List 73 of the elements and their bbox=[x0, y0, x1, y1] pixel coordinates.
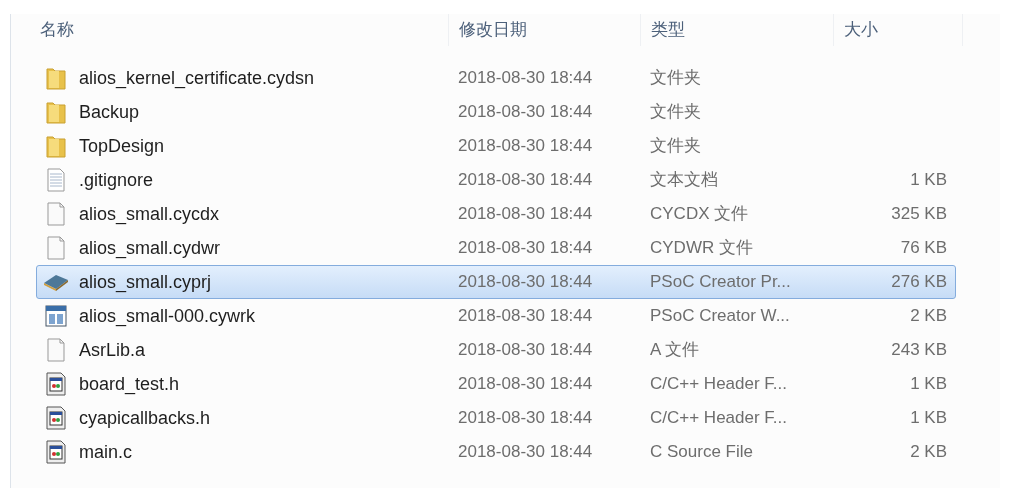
file-name: cyapicallbacks.h bbox=[79, 406, 211, 430]
modified-date: 2018-08-30 18:44 bbox=[457, 407, 594, 430]
file-type: PSoC Creator W... bbox=[649, 305, 791, 328]
file-type: 文本文档 bbox=[649, 169, 719, 192]
file-name: alios_small.cycdx bbox=[79, 202, 220, 227]
column-header[interactable]: 大小 bbox=[844, 17, 878, 43]
file-size: 1 KB bbox=[910, 407, 947, 430]
file-size: 1 KB bbox=[910, 169, 947, 192]
file-row[interactable]: AsrLib.a 2018-08-30 18:44 A 文件 243 KB bbox=[36, 333, 956, 367]
file-name: alios_small.cyprj bbox=[79, 270, 212, 295]
file-row[interactable]: main.c 2018-08-30 18:44 C Source File 2 KB bbox=[36, 435, 956, 469]
file-name: main.c bbox=[79, 440, 132, 464]
modified-date: 2018-08-30 18:44 bbox=[457, 101, 594, 124]
blank-file-icon bbox=[46, 236, 66, 260]
file-size: 2 KB bbox=[910, 305, 947, 328]
file-row[interactable]: TopDesign 2018-08-30 18:44 文件夹 bbox=[36, 129, 956, 163]
file-type: PSoC Creator Pr... bbox=[649, 271, 792, 294]
folder-icon bbox=[45, 66, 67, 90]
folder-icon bbox=[45, 134, 67, 158]
file-type: 文件夹 bbox=[649, 67, 702, 90]
modified-date: 2018-08-30 18:44 bbox=[457, 305, 594, 328]
file-row[interactable]: .gitignore 2018-08-30 18:44 文本文档 1 KB bbox=[36, 163, 956, 197]
file-row[interactable]: alios_small.cydwr 2018-08-30 18:44 CYDWR 文件 76 KB bbox=[36, 231, 956, 265]
file-type: C/C++ Header F... bbox=[649, 407, 788, 430]
file-name: TopDesign bbox=[79, 134, 165, 158]
modified-date: 2018-08-30 18:44 bbox=[457, 135, 594, 158]
file-row[interactable]: Backup 2018-08-30 18:44 文件夹 bbox=[36, 95, 956, 129]
file-name: Backup bbox=[79, 100, 140, 124]
folder-icon bbox=[45, 100, 67, 124]
file-name: alios_kernel_certificate.cydsn bbox=[79, 66, 315, 91]
file-type: 文件夹 bbox=[649, 101, 702, 124]
file-size: 243 KB bbox=[891, 339, 947, 362]
column-header[interactable]: 修改日期 bbox=[459, 17, 527, 43]
file-type: CYCDX 文件 bbox=[649, 203, 750, 226]
source-file-icon bbox=[45, 406, 67, 430]
file-type: 文件夹 bbox=[649, 135, 702, 158]
file-name: AsrLib.a bbox=[79, 338, 146, 362]
file-name: alios_small.cydwr bbox=[79, 236, 221, 261]
file-size: 2 KB bbox=[910, 441, 947, 464]
file-type: C Source File bbox=[649, 441, 754, 464]
file-row[interactable]: cyapicallbacks.h 2018-08-30 18:44 C/C++ Header F... 1 KB bbox=[36, 401, 956, 435]
file-row[interactable]: alios_small.cycdx 2018-08-30 18:44 CYCDX 文件 325 KB bbox=[36, 197, 956, 231]
file-type: CYDWR 文件 bbox=[649, 237, 754, 260]
source-file-icon bbox=[45, 372, 67, 396]
file-name: alios_small-000.cywrk bbox=[79, 304, 256, 329]
blank-file-icon bbox=[46, 202, 66, 226]
modified-date: 2018-08-30 18:44 bbox=[457, 203, 594, 226]
column-header[interactable]: 名称 bbox=[40, 17, 74, 43]
file-name: board_test.h bbox=[79, 372, 180, 397]
modified-date: 2018-08-30 18:44 bbox=[457, 373, 594, 396]
file-row[interactable]: board_test.h 2018-08-30 18:44 C/C++ Header F... 1 KB bbox=[36, 367, 956, 401]
file-type: A 文件 bbox=[649, 339, 701, 362]
file-name: .gitignore bbox=[79, 168, 154, 192]
column-header[interactable]: 类型 bbox=[651, 17, 685, 43]
file-row[interactable]: alios_kernel_certificate.cydsn 2018-08-30 18:44 文件夹 bbox=[36, 61, 956, 95]
file-row[interactable]: alios_small.cyprj 2018-08-30 18:44 PSoC Creator Pr... 276 KB bbox=[36, 265, 956, 299]
file-size: 276 KB bbox=[891, 271, 947, 294]
book-icon bbox=[43, 272, 69, 292]
modified-date: 2018-08-30 18:44 bbox=[457, 237, 594, 260]
file-size: 76 KB bbox=[900, 237, 947, 260]
window-icon bbox=[45, 305, 67, 327]
modified-date: 2018-08-30 18:44 bbox=[457, 271, 594, 294]
modified-date: 2018-08-30 18:44 bbox=[457, 169, 594, 192]
modified-date: 2018-08-30 18:44 bbox=[457, 67, 594, 90]
file-size: 1 KB bbox=[910, 373, 947, 396]
modified-date: 2018-08-30 18:44 bbox=[457, 339, 594, 362]
source-file-icon bbox=[45, 440, 67, 464]
file-row[interactable]: alios_small-000.cywrk 2018-08-30 18:44 PSoC Creator W... 2 KB bbox=[36, 299, 956, 333]
text-file-icon bbox=[46, 168, 66, 192]
file-size: 325 KB bbox=[891, 203, 947, 226]
file-type: C/C++ Header F... bbox=[649, 373, 788, 396]
blank-file-icon bbox=[46, 338, 66, 362]
modified-date: 2018-08-30 18:44 bbox=[457, 441, 594, 464]
